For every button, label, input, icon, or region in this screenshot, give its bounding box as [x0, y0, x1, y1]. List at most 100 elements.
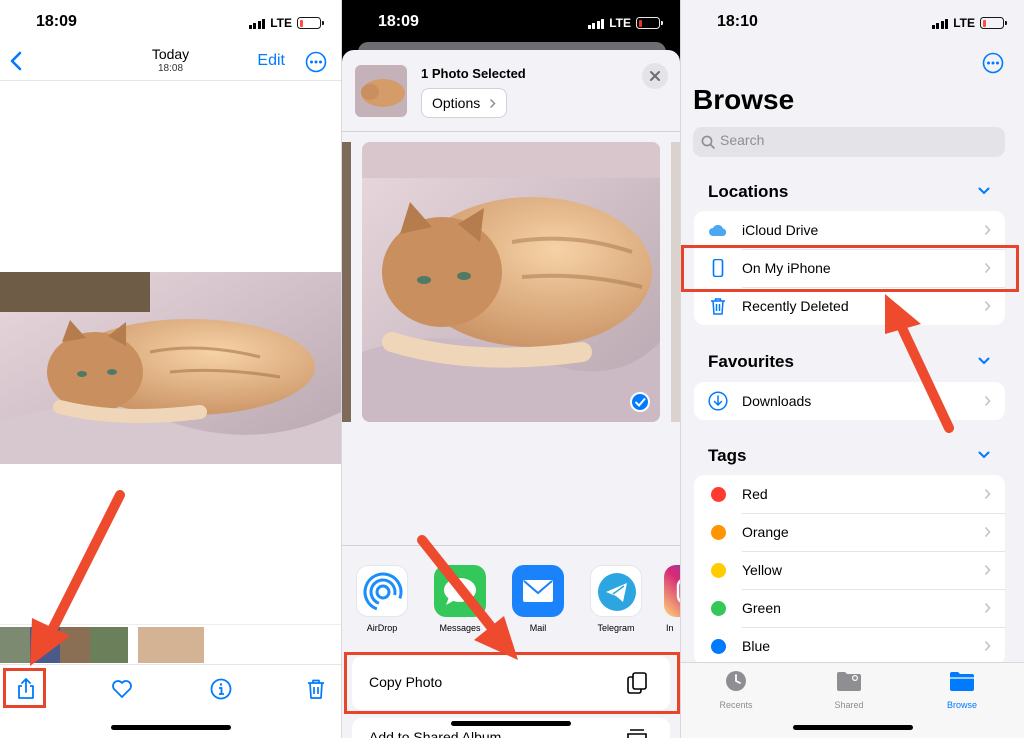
more-icon[interactable] — [982, 52, 1004, 74]
search-bar[interactable] — [693, 127, 1005, 157]
instagram-icon — [664, 565, 680, 617]
network-label: LTE — [953, 16, 975, 30]
tab-recents[interactable]: Recents — [706, 670, 766, 710]
status-time: 18:09 — [36, 13, 77, 30]
add-to-shared-album-label: Add to Shared Album — [369, 729, 502, 738]
trash-icon[interactable] — [304, 677, 328, 701]
location-icloud-drive[interactable]: iCloud Drive — [694, 211, 1005, 249]
trash-icon — [711, 298, 725, 315]
separator — [342, 545, 680, 546]
info-icon[interactable] — [209, 677, 233, 701]
more-icon[interactable] — [305, 51, 327, 73]
share-highlight-box — [3, 668, 46, 708]
locations-header[interactable]: Locations — [708, 182, 788, 202]
chevron-right-icon — [984, 602, 991, 614]
heart-icon[interactable] — [110, 677, 134, 701]
tag-color-dot — [711, 525, 726, 540]
tag-blue[interactable]: Blue — [694, 627, 1005, 665]
tab-browse[interactable]: Browse — [932, 670, 992, 710]
telegram-icon — [590, 565, 642, 617]
nav-subtitle: 18:08 — [157, 63, 184, 74]
chevron-down-icon[interactable] — [978, 357, 990, 365]
tab-shared[interactable]: Shared — [819, 670, 879, 710]
cat-photo-preview-image — [362, 142, 660, 422]
edit-button[interactable]: Edit — [257, 52, 285, 70]
mail-icon — [512, 565, 564, 617]
tags-header[interactable]: Tags — [708, 446, 746, 466]
home-indicator — [792, 725, 913, 730]
share-sheet-header: 1 Photo Selected Options — [342, 50, 680, 132]
share-sheet-panel: 18:09 LTE 1 Photo Selected Options AirDr… — [342, 0, 680, 738]
battery-icon — [636, 17, 663, 29]
chevron-right-icon — [984, 564, 991, 576]
chevron-right-icon — [984, 640, 991, 652]
options-button[interactable]: Options — [421, 88, 508, 118]
copy-photo-highlight-box — [344, 652, 680, 714]
battery-icon — [297, 17, 324, 29]
tag-color-dot — [711, 487, 726, 502]
close-button[interactable] — [642, 63, 668, 89]
network-label: LTE — [270, 16, 292, 30]
selection-label: 1 Photo Selected — [421, 66, 526, 81]
signal-icon — [931, 18, 949, 29]
thumbnail-strip[interactable] — [0, 624, 341, 664]
chevron-down-icon[interactable] — [978, 451, 990, 459]
app-messages[interactable]: Messages — [432, 565, 488, 633]
app-mail[interactable]: Mail — [510, 565, 566, 633]
cat-photo[interactable] — [0, 272, 341, 464]
tag-color-dot — [711, 563, 726, 578]
favourite-downloads[interactable]: Downloads — [694, 382, 1005, 420]
shared-folder-icon — [837, 672, 861, 691]
status-bar: 18:09 LTE — [342, 0, 680, 44]
selected-checkmark-icon — [630, 392, 650, 412]
close-icon — [650, 71, 660, 81]
chevron-right-icon — [984, 488, 991, 500]
chevron-down-icon[interactable] — [978, 187, 990, 195]
app-airdrop[interactable]: AirDrop — [354, 565, 410, 633]
thumbnail[interactable] — [0, 627, 30, 663]
share-sheet: 1 Photo Selected Options AirDrop Message… — [342, 50, 680, 738]
photo-toolbar — [0, 664, 341, 738]
icloud-icon — [709, 225, 727, 236]
chevron-right-icon — [984, 526, 991, 538]
clock-icon — [726, 671, 746, 691]
tab-bar: Recents Shared Browse — [681, 662, 1024, 738]
status-time: 18:10 — [717, 13, 758, 30]
nav-title: Today — [151, 46, 190, 62]
app-telegram[interactable]: Telegram — [588, 565, 644, 633]
app-instagram[interactable]: In — [662, 565, 680, 633]
search-icon — [701, 135, 715, 149]
tag-orange[interactable]: Orange — [694, 513, 1005, 551]
airdrop-icon — [356, 565, 408, 617]
photo-nav-bar: Today 18:08 Edit — [0, 44, 341, 81]
cat-photo-image — [0, 272, 341, 464]
messages-icon — [434, 565, 486, 617]
signal-icon — [248, 18, 266, 29]
location-recently-deleted[interactable]: Recently Deleted — [694, 287, 1005, 325]
favourites-header[interactable]: Favourites — [708, 352, 794, 372]
tag-green[interactable]: Green — [694, 589, 1005, 627]
options-label: Options — [432, 95, 481, 111]
shared-album-icon — [627, 729, 647, 738]
photo-preview[interactable] — [362, 142, 660, 422]
status-bar: 18:10 LTE — [681, 0, 1024, 44]
chevron-right-icon — [984, 224, 991, 236]
thumbnail[interactable] — [30, 627, 60, 663]
folder-icon — [950, 672, 974, 691]
tag-red[interactable]: Red — [694, 475, 1005, 513]
network-label: LTE — [609, 16, 631, 30]
tags-list: Red Orange Yellow Green Blue — [694, 475, 1005, 665]
thumbnail-selected[interactable] — [138, 627, 204, 663]
chevron-right-icon — [984, 395, 991, 407]
on-my-iphone-highlight-box — [681, 245, 1019, 292]
search-input[interactable] — [720, 132, 920, 148]
status-bar: 18:09 LTE — [0, 0, 341, 44]
thumbnail[interactable] — [60, 627, 90, 663]
home-indicator — [451, 721, 571, 726]
thumbnail[interactable] — [90, 627, 128, 663]
status-time: 18:09 — [378, 13, 419, 30]
page-title: Browse — [693, 84, 795, 115]
tag-color-dot — [711, 639, 726, 654]
tag-yellow[interactable]: Yellow — [694, 551, 1005, 589]
files-browse-panel: 18:10 LTE Browse Locations iCloud Drive … — [681, 0, 1024, 738]
